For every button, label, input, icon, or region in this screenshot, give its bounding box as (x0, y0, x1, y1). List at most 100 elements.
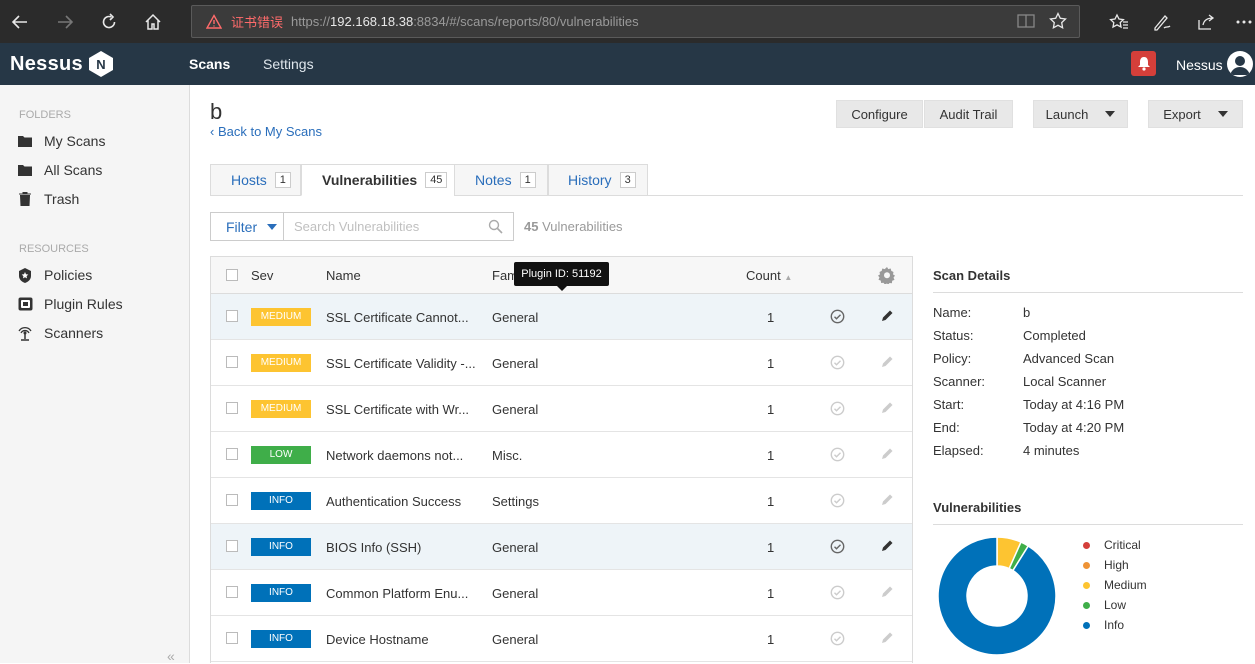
row-checkbox[interactable] (226, 632, 238, 644)
pencil-icon[interactable] (880, 585, 894, 602)
vulnerability-name[interactable]: Network daemons not... (326, 448, 476, 463)
configure-button[interactable]: Configure (836, 100, 923, 128)
table-row[interactable]: INFO Authentication Success Settings 1 (211, 478, 912, 524)
vulnerabilities-donut-chart[interactable] (937, 536, 1057, 656)
filter-button[interactable]: Filter (210, 212, 284, 241)
select-all-checkbox[interactable] (226, 269, 238, 281)
vulnerability-name[interactable]: SSL Certificate Validity -... (326, 356, 476, 371)
vulnerability-count: 1 (767, 632, 775, 647)
sidebar-item-policies[interactable]: Policies (17, 267, 92, 283)
vulnerability-count: 1 (767, 586, 775, 601)
home-icon[interactable] (141, 10, 165, 34)
back-to-my-scans-link[interactable]: ‹ Back to My Scans (210, 124, 322, 139)
gear-icon[interactable] (878, 266, 896, 287)
table-row[interactable]: LOW Network daemons not... Misc. 1 (211, 432, 912, 478)
table-row[interactable]: INFO BIOS Info (SSH) General 1 (211, 524, 912, 570)
legend-item[interactable]: Low (1083, 598, 1126, 612)
top-navigation: Nessus N Scans Settings Nessus (0, 43, 1255, 85)
donut-slice-info[interactable] (937, 536, 1057, 656)
pencil-icon[interactable] (880, 401, 894, 418)
check-circle-icon[interactable] (830, 309, 845, 327)
vulnerability-name[interactable]: Device Hostname (326, 632, 476, 647)
back-arrow-icon[interactable] (8, 10, 32, 34)
table-row[interactable]: MEDIUM SSL Certificate Cannot... General 1 (211, 294, 912, 340)
legend-item[interactable]: Info (1083, 618, 1124, 632)
vulnerability-name[interactable]: BIOS Info (SSH) (326, 540, 476, 555)
legend-swatch (1083, 601, 1090, 609)
user-avatar-icon[interactable] (1227, 51, 1253, 77)
sidebar-item-label: All Scans (44, 162, 103, 178)
refresh-icon[interactable] (97, 10, 121, 34)
legend-item[interactable]: High (1083, 558, 1129, 572)
vulnerability-name[interactable]: SSL Certificate with Wr... (326, 402, 476, 417)
check-circle-icon[interactable] (830, 401, 845, 419)
legend-item[interactable]: Critical (1083, 538, 1141, 552)
check-circle-icon[interactable] (830, 493, 845, 511)
reading-view-icon[interactable] (1017, 13, 1035, 32)
share-icon[interactable] (1194, 10, 1218, 34)
column-sev[interactable]: Sev (251, 268, 273, 283)
check-circle-icon[interactable] (830, 585, 845, 603)
row-checkbox[interactable] (226, 310, 238, 322)
table-row[interactable]: MEDIUM SSL Certificate Validity -... Gener… (211, 340, 912, 386)
favorites-icon[interactable] (1107, 10, 1131, 34)
column-name[interactable]: Name (326, 268, 361, 283)
collapse-sidebar-icon[interactable]: « (167, 648, 175, 664)
chevron-down-icon (1217, 111, 1228, 117)
pencil-icon[interactable] (880, 447, 894, 464)
nav-settings[interactable]: Settings (263, 56, 314, 72)
tab-history[interactable]: History 3 (548, 164, 648, 196)
check-circle-icon[interactable] (830, 355, 845, 373)
row-checkbox[interactable] (226, 402, 238, 414)
sidebar-item-trash[interactable]: Trash (17, 191, 79, 207)
vulnerability-name[interactable]: Common Platform Enu... (326, 586, 476, 601)
tab-hosts[interactable]: Hosts 1 (210, 164, 301, 196)
row-checkbox[interactable] (226, 356, 238, 368)
vulnerabilities-heading: Vulnerabilities (933, 500, 1022, 515)
search-input[interactable] (294, 219, 484, 234)
audit-trail-button[interactable]: Audit Trail (924, 100, 1013, 128)
sidebar-item-my-scans[interactable]: My Scans (17, 133, 105, 149)
tab-vulnerabilities[interactable]: Vulnerabilities 45 (301, 164, 455, 196)
sidebar-item-scanners[interactable]: Scanners (17, 325, 103, 341)
pencil-icon[interactable] (880, 631, 894, 648)
pen-icon[interactable] (1150, 10, 1174, 34)
pencil-icon[interactable] (880, 539, 894, 556)
row-checkbox[interactable] (226, 586, 238, 598)
check-circle-icon[interactable] (830, 447, 845, 465)
url-text[interactable]: https://192.168.18.38:8834/#/scans/repor… (291, 14, 639, 29)
legend-item[interactable]: Medium (1083, 578, 1147, 592)
tab-count-badge: 1 (274, 172, 291, 188)
pencil-icon[interactable] (880, 309, 894, 326)
folder-icon (17, 133, 33, 149)
launch-button[interactable]: Launch (1033, 100, 1128, 128)
search-vulnerabilities (283, 212, 514, 241)
pencil-icon[interactable] (880, 493, 894, 510)
row-checkbox[interactable] (226, 448, 238, 460)
table-row[interactable]: INFO Device Hostname General 1 (211, 616, 912, 662)
check-circle-icon[interactable] (830, 539, 845, 557)
address-bar[interactable]: 证书错误 https://192.168.18.38:8834/#/scans/… (191, 5, 1080, 38)
user-name[interactable]: Nessus (1176, 57, 1223, 73)
nav-scans[interactable]: Scans (189, 56, 230, 72)
search-icon[interactable] (488, 219, 503, 237)
row-checkbox[interactable] (226, 540, 238, 552)
vulnerability-name[interactable]: Authentication Success (326, 494, 476, 509)
more-icon[interactable] (1232, 10, 1255, 34)
certificate-error-label[interactable]: 证书错误 (231, 12, 283, 31)
column-count[interactable]: Count ▲ (746, 268, 792, 283)
export-button[interactable]: Export (1148, 100, 1243, 128)
vulnerability-name[interactable]: SSL Certificate Cannot... (326, 310, 476, 325)
favorite-star-icon[interactable] (1049, 11, 1067, 33)
pencil-icon[interactable] (880, 355, 894, 372)
sidebar-item-all-scans[interactable]: All Scans (17, 162, 102, 178)
nessus-logo[interactable]: Nessus N (10, 50, 115, 78)
forward-arrow-icon[interactable] (53, 10, 77, 34)
table-row[interactable]: MEDIUM SSL Certificate with Wr... General 1 (211, 386, 912, 432)
tab-notes[interactable]: Notes 1 (454, 164, 548, 196)
sidebar-item-plugin-rules[interactable]: Plugin Rules (17, 296, 123, 312)
notifications-bell-icon[interactable] (1131, 51, 1156, 76)
row-checkbox[interactable] (226, 494, 238, 506)
table-row[interactable]: INFO Common Platform Enu... General 1 (211, 570, 912, 616)
check-circle-icon[interactable] (830, 631, 845, 649)
